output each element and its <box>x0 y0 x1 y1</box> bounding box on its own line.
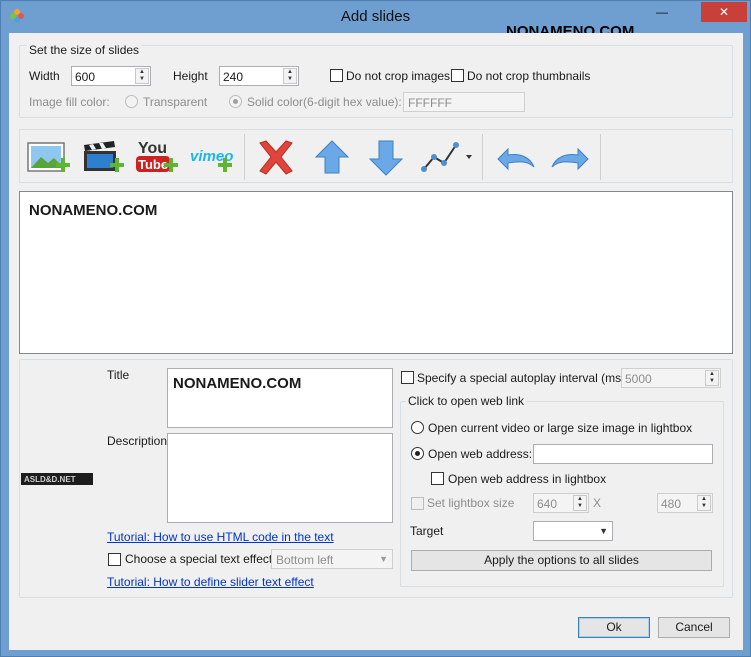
slide-toolbar: You Tube vimeo <box>19 129 733 183</box>
youtube-you-text: You <box>138 140 167 157</box>
autoplay-interval-spinner[interactable]: 5000 ▲ ▼ <box>621 368 721 388</box>
ok-button[interactable]: Ok <box>578 617 650 638</box>
height-spinner[interactable]: 240 ▲ ▼ <box>219 66 299 86</box>
apply-all-slides-button[interactable]: Apply the options to all slides <box>411 550 712 571</box>
width-value: 600 <box>75 70 96 84</box>
toolbar-separator <box>600 134 601 180</box>
arrow-down-icon <box>368 140 404 176</box>
slide-list-watermark: NONAMENO.COM <box>29 202 158 219</box>
web-link-legend: Click to open web link <box>406 394 527 408</box>
lightbox-width-value: 640 <box>537 497 558 511</box>
arrow-up-icon <box>314 140 350 174</box>
close-button[interactable]: ✕ <box>701 2 747 22</box>
lightbox-height-spin-arrows[interactable]: ▲ ▼ <box>697 495 711 511</box>
toolbar-separator <box>244 134 245 180</box>
move-up-button[interactable] <box>308 137 356 179</box>
redo-icon <box>551 147 589 171</box>
open-lightbox-radio[interactable] <box>411 421 424 434</box>
height-label: Height <box>173 69 208 83</box>
thumbnail-text: ASLD&D.NET <box>24 475 76 484</box>
description-textarea[interactable] <box>167 433 393 523</box>
title-label: Title <box>107 368 130 382</box>
add-youtube-button[interactable]: You Tube <box>134 137 182 179</box>
move-down-button[interactable] <box>362 137 410 179</box>
slide-thumbnail[interactable]: ASLD&D.NET <box>21 473 93 485</box>
image-add-icon <box>27 142 70 172</box>
lightbox-width-spinner[interactable]: 640 ▲ ▼ <box>533 493 589 513</box>
no-crop-thumbnails-label: Do not crop thumbnails <box>467 69 591 83</box>
redo-button[interactable] <box>546 137 594 179</box>
vimeo-add-icon: vimeo <box>190 148 233 172</box>
delete-slide-button[interactable] <box>252 137 300 179</box>
autoplay-spin-arrows[interactable]: ▲ ▼ <box>705 370 719 386</box>
slide-size-legend: Set the size of slides <box>27 43 142 57</box>
dialog-window: Add slides NONAMENO.COM — ✕ Set the size… <box>0 0 751 657</box>
open-web-address-radio[interactable] <box>411 447 424 460</box>
lightbox-height-spinner[interactable]: 480 ▲ ▼ <box>657 493 713 513</box>
transparent-label: Transparent <box>143 95 208 109</box>
fill-color-label: Image fill color: <box>29 95 110 109</box>
transparent-radio[interactable] <box>125 95 138 108</box>
title-value: NONAMENO.COM <box>173 375 302 392</box>
open-lightbox-label: Open current video or large size image i… <box>428 421 693 435</box>
dialog-client-area: Set the size of slides Width 600 ▲ ▼ Heig… <box>9 33 743 650</box>
no-crop-thumbnails-checkbox[interactable] <box>451 69 464 82</box>
width-spinner[interactable]: 600 ▲ ▼ <box>71 66 151 86</box>
cancel-button[interactable]: Cancel <box>658 617 730 638</box>
chevron-down-icon: ▼ <box>599 526 608 536</box>
title-textarea[interactable]: NONAMENO.COM <box>167 368 393 428</box>
chevron-down-icon: ▼ <box>379 554 388 564</box>
hex-color-input[interactable]: FFFFFF <box>403 92 525 112</box>
title-bar[interactable]: Add slides NONAMENO.COM — ✕ <box>1 1 750 40</box>
undo-icon <box>497 147 535 171</box>
no-crop-images-label: Do not crop images <box>346 69 451 83</box>
web-in-lightbox-checkbox[interactable] <box>431 472 444 485</box>
description-label: Description <box>107 434 168 448</box>
text-effect-select[interactable]: Bottom left ▼ <box>271 549 393 569</box>
height-spin-arrows[interactable]: ▲ ▼ <box>283 68 297 84</box>
add-vimeo-button[interactable]: vimeo <box>188 137 236 179</box>
special-effect-checkbox[interactable] <box>108 553 121 566</box>
set-lightbox-size-label: Set lightbox size <box>427 496 515 510</box>
autoplay-interval-checkbox[interactable] <box>401 371 414 384</box>
target-label: Target <box>410 524 444 538</box>
video-add-icon <box>84 141 124 172</box>
hex-color-value: FFFFFF <box>408 96 452 110</box>
effects-button[interactable] <box>418 137 476 179</box>
web-in-lightbox-label: Open web address in lightbox <box>448 472 607 486</box>
lightbox-width-spin-arrows[interactable]: ▲ ▼ <box>573 495 587 511</box>
add-image-button[interactable] <box>26 137 74 179</box>
width-spin-arrows[interactable]: ▲ ▼ <box>135 68 149 84</box>
special-effect-label: Choose a special text effect <box>125 552 273 566</box>
slide-list[interactable]: NONAMENO.COM <box>19 191 733 354</box>
effects-icon <box>421 142 472 172</box>
no-crop-images-checkbox[interactable] <box>330 69 343 82</box>
text-effect-value: Bottom left <box>276 553 334 567</box>
window-title: Add slides <box>340 8 411 25</box>
youtube-add-icon: You Tube <box>136 140 178 172</box>
target-select[interactable]: ▼ <box>533 521 613 541</box>
lightbox-x-label: X <box>593 496 602 510</box>
undo-button[interactable] <box>492 137 540 179</box>
toolbar-separator <box>482 134 483 180</box>
solid-color-label: Solid color(6-digit hex value): <box>247 95 402 109</box>
add-video-button[interactable] <box>80 137 128 179</box>
tutorial-html-link[interactable]: Tutorial: How to use HTML code in the te… <box>107 530 334 544</box>
width-label: Width <box>29 69 60 83</box>
web-address-input[interactable] <box>533 444 713 464</box>
solid-color-radio[interactable] <box>229 95 242 108</box>
youtube-tube-text: Tube <box>138 157 168 172</box>
set-lightbox-size-checkbox[interactable] <box>411 497 424 510</box>
lightbox-height-value: 480 <box>661 497 682 511</box>
autoplay-interval-value: 5000 <box>625 372 652 386</box>
autoplay-interval-label: Specify a special autoplay interval (ms)… <box>417 371 629 385</box>
tutorial-effect-link[interactable]: Tutorial: How to define slider text effe… <box>107 575 314 589</box>
delete-icon <box>259 140 293 175</box>
minimize-button[interactable]: — <box>649 2 675 22</box>
height-value: 240 <box>223 70 244 84</box>
open-web-address-label: Open web address: <box>428 447 533 461</box>
